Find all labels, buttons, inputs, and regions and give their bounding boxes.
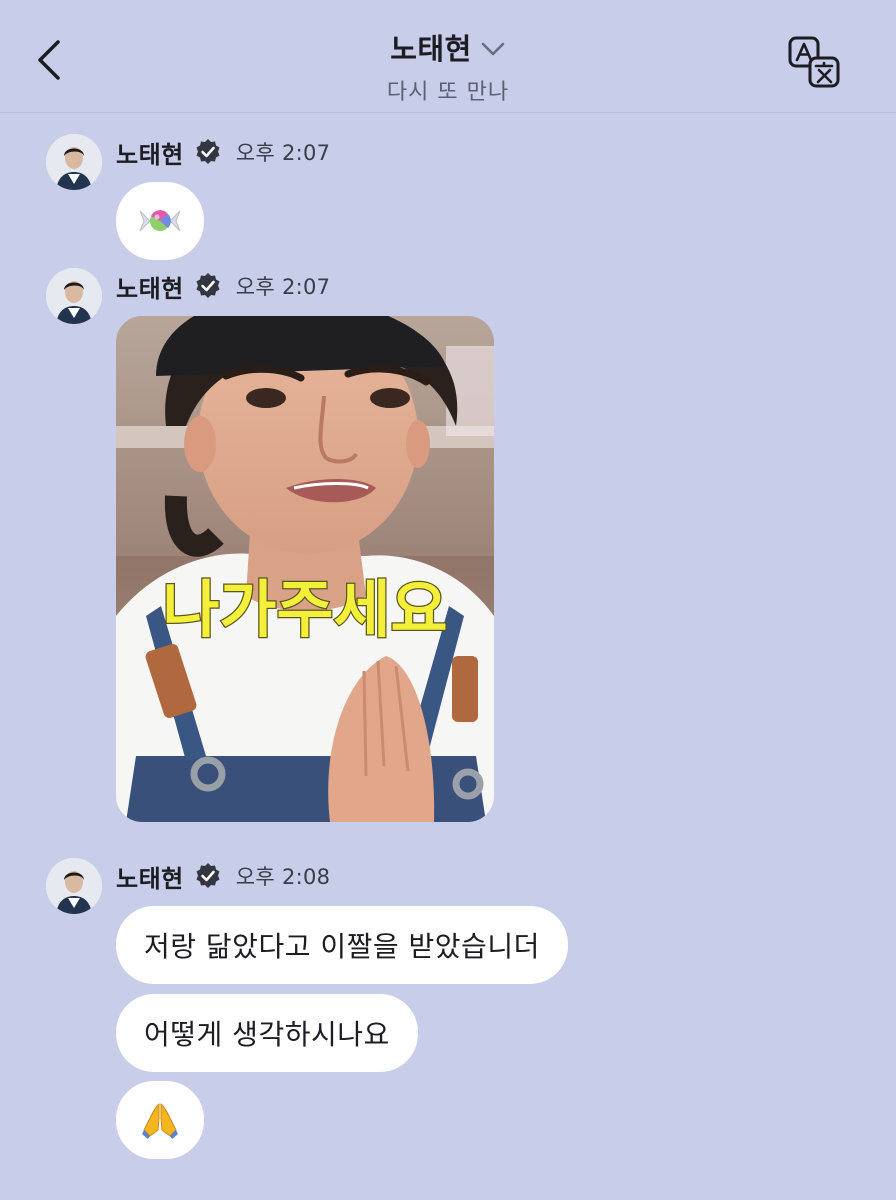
emoji-bubble[interactable] — [116, 182, 204, 260]
message-time: 오후 2:07 — [235, 275, 331, 299]
meme-photo: 나가주세요 — [116, 316, 494, 822]
message-time: 오후 2:07 — [235, 141, 331, 165]
sender-name[interactable]: 노태현 — [116, 859, 184, 894]
avatar-photo — [46, 134, 102, 190]
folded-hands-icon — [142, 1103, 178, 1139]
emoji-bubble[interactable] — [116, 1081, 204, 1159]
sender-name[interactable]: 노태현 — [116, 269, 184, 304]
verified-badge-icon — [196, 273, 220, 298]
avatar[interactable] — [46, 858, 102, 914]
chat-header: 노태현 다시 또 만나 — [0, 0, 896, 113]
image-message[interactable]: 나가주세요 — [116, 316, 494, 822]
message-time: 오후 2:08 — [235, 865, 331, 889]
verified-badge-icon — [196, 863, 220, 888]
avatar[interactable] — [46, 134, 102, 190]
header-title-block: 노태현 다시 또 만나 — [0, 26, 896, 106]
meme-caption: 나가주세요 — [162, 573, 447, 646]
message-meta: 노태현 오후 2:07 — [116, 134, 330, 170]
chat-screen: 노태현 다시 또 만나 노태현 오후 2:07 노태현 오후 2:07 나가주세… — [0, 0, 896, 1200]
message-meta: 노태현 오후 2:07 — [116, 268, 330, 304]
verified-badge-icon — [196, 139, 220, 164]
avatar-photo — [46, 858, 102, 914]
translate-icon[interactable] — [786, 34, 842, 90]
message-meta: 노태현 오후 2:08 — [116, 858, 330, 894]
sender-name[interactable]: 노태현 — [116, 135, 184, 170]
message-text: 저랑 닮았다고 이짤을 받았습니더 — [144, 930, 540, 963]
text-bubble[interactable]: 어떻게 생각하시나요 — [116, 994, 418, 1072]
avatar-photo — [46, 268, 102, 324]
header-subtitle: 다시 또 만나 — [386, 80, 510, 105]
chevron-down-icon — [481, 42, 505, 56]
text-bubble[interactable]: 저랑 닮았다고 이짤을 받았습니더 — [116, 906, 568, 984]
candy-icon — [139, 210, 181, 232]
title-dropdown[interactable]: 노태현 — [390, 26, 506, 68]
avatar[interactable] — [46, 268, 102, 324]
page-title: 노태현 — [390, 32, 472, 66]
message-text: 어떻게 생각하시나요 — [144, 1018, 390, 1051]
